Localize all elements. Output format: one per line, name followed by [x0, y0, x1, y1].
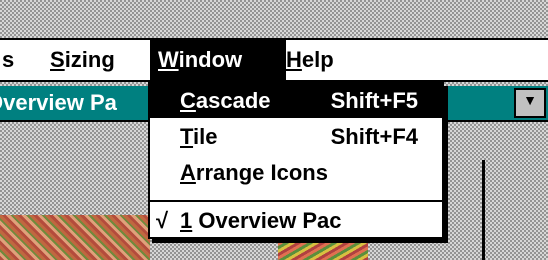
- menu-window-accel: W: [158, 47, 179, 72]
- menu-window-label: indow: [178, 47, 243, 72]
- menu-help-label: elp: [301, 47, 334, 72]
- divider-line: [482, 160, 485, 260]
- menu-options[interactable]: s: [0, 40, 22, 80]
- menu-help-accel: H: [286, 47, 302, 72]
- menu-item-shortcut: Shift+F5: [330, 88, 418, 113]
- menu-item-cascade[interactable]: Cascade Shift+F5: [150, 84, 442, 118]
- menu-item-label: Arrange Icons: [180, 160, 328, 185]
- menu-window[interactable]: Window: [150, 40, 286, 80]
- menu-item-label: Tile: [180, 124, 218, 149]
- menu-sizing-accel: S: [50, 47, 65, 72]
- menu-sizing-label: izing: [64, 47, 115, 72]
- menu-item-window-1[interactable]: √ 1 Overview Pac: [150, 204, 442, 238]
- arrow-down-icon: ▼: [523, 92, 537, 108]
- window-menu-dropdown: Cascade Shift+F5 Tile Shift+F4 Arrange I…: [148, 82, 444, 239]
- menu-shadow: [152, 239, 448, 243]
- menu-item-shortcut: Shift+F4: [330, 124, 418, 149]
- map-image-left: [0, 215, 150, 260]
- menu-sizing[interactable]: Sizing: [42, 40, 123, 80]
- menu-item-tile[interactable]: Tile Shift+F4: [150, 120, 442, 154]
- desktop-background: [0, 0, 548, 40]
- menu-help[interactable]: Help: [278, 40, 342, 80]
- menu-item-label: Cascade: [180, 88, 271, 113]
- menu-separator: [150, 200, 442, 202]
- menu-item-arrange-icons[interactable]: Arrange Icons: [150, 156, 442, 190]
- menu-bar: s Sizing Window Help: [0, 40, 548, 82]
- menu-shadow: [444, 86, 448, 243]
- child-window-title: Overview Pa: [0, 90, 117, 115]
- child-window-scroll-button[interactable]: ▼: [514, 88, 546, 118]
- menu-options-label: s: [2, 47, 15, 72]
- menu-item-label: 1 Overview Pac: [180, 208, 342, 233]
- check-icon: √: [156, 208, 169, 233]
